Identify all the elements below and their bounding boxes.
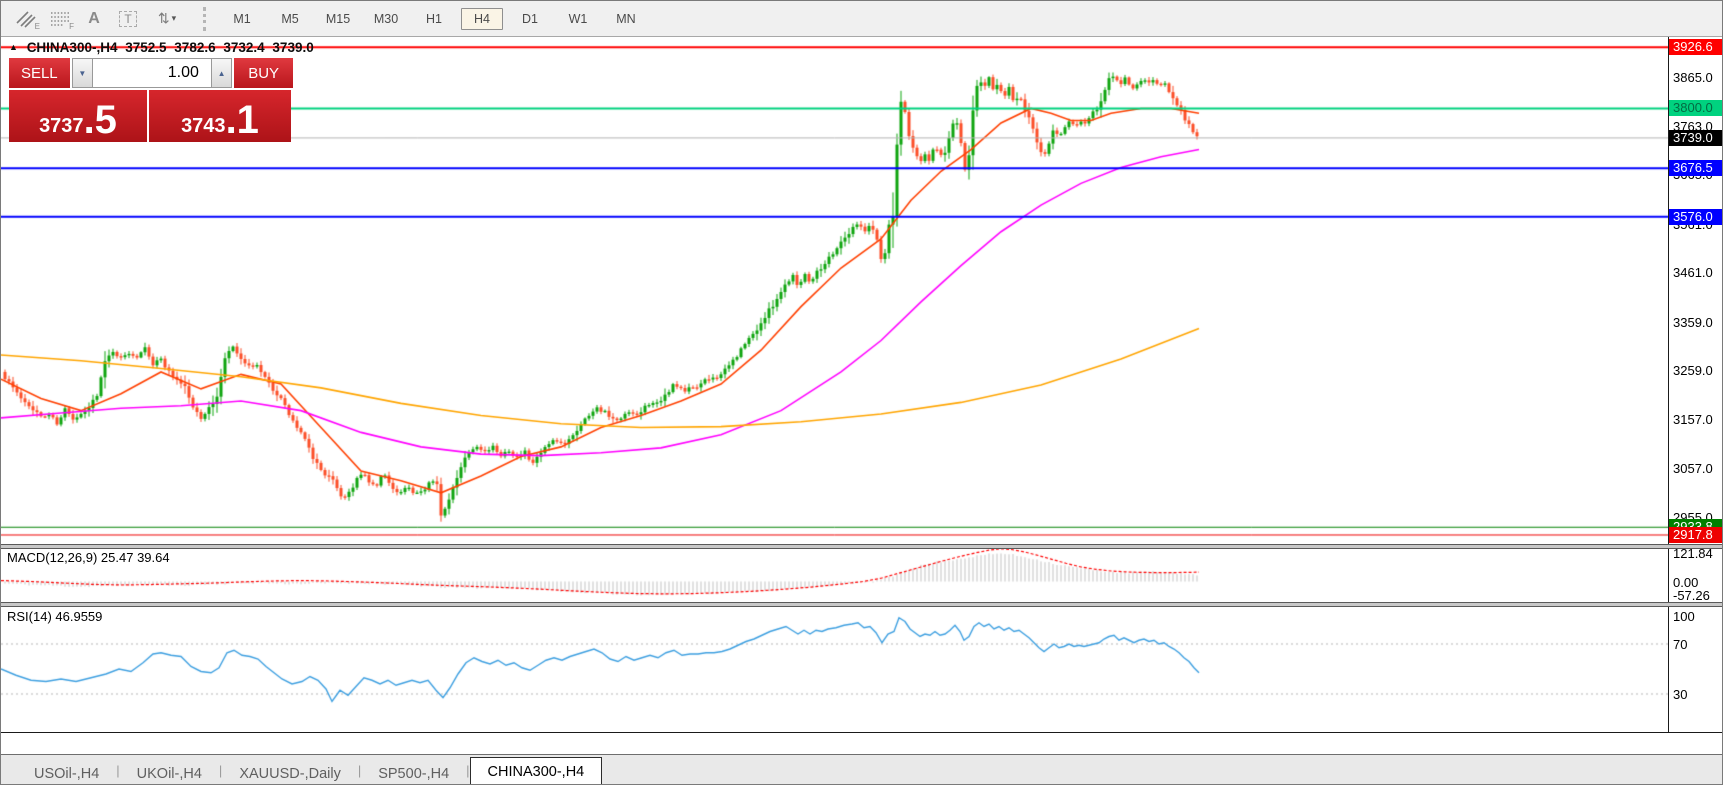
chart-header: ▲ CHINA300-,H4 3752.5 3782.6 3732.4 3739…: [9, 40, 318, 55]
text-tool-icon[interactable]: T: [111, 6, 145, 32]
rsi-canvas[interactable]: [1, 607, 1668, 733]
timeframe-mn[interactable]: MN: [605, 8, 647, 30]
dropdown-caret-icon: ▾: [172, 13, 177, 24]
macd-tick-label: -57.26: [1673, 588, 1710, 603]
ohlc-close: 3739.0: [272, 40, 313, 55]
price-tick-label: 3057.0: [1673, 461, 1713, 476]
price-badge-2917.8: 2917.8: [1669, 527, 1723, 543]
timeframe-m1[interactable]: M1: [221, 8, 263, 30]
chart-tab-usoil-h4[interactable]: USOil-,H4: [17, 762, 116, 785]
timeframe-m15[interactable]: M15: [317, 8, 359, 30]
sell-price-pips: .5: [84, 101, 117, 139]
buy-price-main: 3743: [181, 113, 226, 139]
fibonacci-sub-label: F: [69, 22, 74, 31]
buy-price-button[interactable]: 3743 .1: [149, 90, 291, 142]
current-price-badge: 3739.0: [1669, 130, 1723, 146]
one-click-trade-panel: SELL ▼ ▲ BUY 3737 .5 3743 .1: [9, 58, 293, 142]
sell-button[interactable]: SELL: [9, 58, 72, 88]
price-badge-3576.0: 3576.0: [1669, 209, 1723, 225]
rsi-tick-label: 30: [1673, 687, 1687, 702]
price-tick-label: 3359.0: [1673, 315, 1713, 330]
rsi-splitter[interactable]: [1, 602, 1723, 607]
fibonacci-icon[interactable]: F: [43, 6, 77, 32]
trading-platform-window: E F A T ⇅ ▾ M1 M5 M15 M30 H1 H4 D1 W1 MN: [0, 0, 1723, 785]
price-badge-3676.5: 3676.5: [1669, 160, 1723, 176]
price-tick-label: 3259.0: [1673, 363, 1713, 378]
chart-tab-xauusd-daily[interactable]: XAUUSD-,Daily: [222, 762, 358, 785]
sell-price-main: 3737: [39, 113, 84, 139]
draw-channel-glyph: [16, 10, 36, 28]
buy-price-pips: .1: [226, 101, 259, 139]
price-tick-label: 3461.0: [1673, 265, 1713, 280]
timeframe-m30[interactable]: M30: [365, 8, 407, 30]
timeframe-d1[interactable]: D1: [509, 8, 551, 30]
price-tick-label: 3865.0: [1673, 70, 1713, 85]
channel-sub-label: E: [35, 22, 40, 31]
sell-price-button[interactable]: 3737 .5: [9, 90, 149, 142]
toolbar: E F A T ⇅ ▾ M1 M5 M15 M30 H1 H4 D1 W1 MN: [1, 1, 1723, 37]
price-badge-3926.6: 3926.6: [1669, 39, 1723, 55]
macd-label: MACD(12,26,9) 25.47 39.64: [7, 550, 170, 565]
timeframe-w1[interactable]: W1: [557, 8, 599, 30]
fibonacci-glyph: [50, 10, 70, 28]
text-label-glyph: A: [88, 10, 100, 28]
chart-tab-bar: USOil-,H4|UKOil-,H4|XAUUSD-,Daily|SP500-…: [1, 754, 1723, 785]
timeframe-m5[interactable]: M5: [269, 8, 311, 30]
rsi-tick-label: 100: [1673, 609, 1695, 624]
volume-increase-button[interactable]: ▲: [211, 58, 232, 88]
price-tick-label: 3157.0: [1673, 412, 1713, 427]
chart-tab-china300-h4[interactable]: CHINA300-,H4: [470, 757, 603, 785]
draw-channel-icon[interactable]: E: [9, 6, 43, 32]
macd-splitter[interactable]: [1, 544, 1723, 549]
rsi-label: RSI(14) 46.9559: [7, 609, 102, 624]
text-label-icon[interactable]: A: [77, 6, 111, 32]
ohlc-high: 3782.6: [174, 40, 215, 55]
arrows-glyph: ⇅: [158, 10, 170, 27]
macd-canvas[interactable]: [1, 549, 1668, 603]
time-axis[interactable]: [1, 732, 1723, 754]
ohlc-open: 3752.5: [125, 40, 166, 55]
text-tool-glyph: T: [119, 11, 136, 27]
collapse-panel-icon[interactable]: ▲: [9, 42, 18, 52]
chart-tab-sp500-h4[interactable]: SP500-,H4: [361, 762, 466, 785]
ohlc-low: 3732.4: [223, 40, 264, 55]
volume-input[interactable]: [93, 58, 211, 88]
buy-button[interactable]: BUY: [232, 58, 293, 88]
price-badge-3800.0: 3800.0: [1669, 100, 1723, 116]
arrows-icon[interactable]: ⇅ ▾: [145, 6, 189, 32]
symbol-name: CHINA300-,H4: [27, 40, 118, 55]
toolbar-grip[interactable]: [203, 7, 210, 31]
volume-decrease-button[interactable]: ▼: [72, 58, 93, 88]
timeframe-group: M1 M5 M15 M30 H1 H4 D1 W1 MN: [218, 8, 650, 30]
timeframe-h1[interactable]: H1: [413, 8, 455, 30]
chart-tab-ukoil-h4[interactable]: UKOil-,H4: [120, 762, 219, 785]
timeframe-h4[interactable]: H4: [461, 8, 503, 30]
rsi-tick-label: 70: [1673, 637, 1687, 652]
